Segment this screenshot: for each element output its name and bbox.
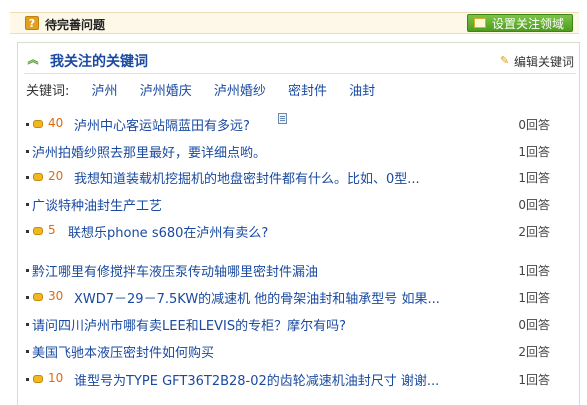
edit-icon (473, 18, 486, 28)
answer-count: 1回答 (518, 264, 550, 278)
question-row: 广谈特种油封生产工艺 0回答 (26, 195, 576, 215)
keyword-link[interactable]: 泸州 (92, 84, 118, 99)
answer-count: 0回答 (518, 198, 550, 212)
coin-icon (33, 173, 43, 181)
question-link[interactable]: 请问四川泸州市哪有卖LEE和LEVIS的专柜？摩尔有吗? (32, 315, 346, 334)
answer-count: 2回答 (518, 345, 550, 359)
edit-keywords-link[interactable]: ✎ 编辑关键词 (500, 53, 574, 70)
page: ? 待完善问题 设置关注领域 ︽ 我关注的关键词 ✎ 编辑关键词 关键词: 泸州… (0, 0, 587, 405)
question-link[interactable]: XWD7－29－7.5KW的减速机 他的骨架油封和轴承型号 如果... (74, 288, 440, 307)
question-row: 请问四川泸州市哪有卖LEE和LEVIS的专柜？摩尔有吗? 0回答 (26, 315, 576, 335)
collapse-chevron-icon[interactable]: ︽ (26, 53, 40, 67)
answer-count: 1回答 (518, 291, 550, 305)
question-row: 泸州拍婚纱照去那里最好，要详细点哟。 1回答 (26, 142, 576, 162)
answer-count: 0回答 (518, 118, 550, 132)
question-row: 40 泸州中心客运站隔蓝田有多远? 0回答 (26, 113, 576, 135)
keyword-link[interactable]: 密封件 (288, 84, 327, 99)
section-title: 待完善问题 (45, 18, 106, 32)
bounty-points: 40 (48, 116, 64, 130)
set-focus-area-label: 设置关注领域 (491, 17, 564, 31)
question-link[interactable]: 美国飞驰本液压密封件如何购买 (32, 342, 214, 361)
set-focus-area-button[interactable]: 设置关注领域 (466, 14, 573, 32)
question-link[interactable]: 联想乐phone s680在泸州有卖么? (68, 222, 268, 241)
question-row: 美国飞驰本液压密封件如何购买 2回答 (26, 342, 576, 362)
bounty-points: 20 (48, 169, 64, 183)
bounty-points: 30 (48, 289, 64, 303)
answer-count: 2回答 (518, 225, 550, 239)
keywords-header: ︽ 我关注的关键词 ✎ 编辑关键词 (24, 48, 576, 74)
keyword-link[interactable]: 泸州婚纱 (214, 84, 266, 99)
question-link[interactable]: 泸州中心客运站隔蓝田有多远? (74, 115, 250, 134)
keyword-link[interactable]: 泸州婚庆 (140, 84, 192, 99)
coin-icon (33, 375, 43, 383)
pencil-icon: ✎ (499, 54, 510, 67)
question-row: 10 谁型号为TYPE GFT36T2B28-02的齿轮减速机油封尺寸 谢谢..… (26, 370, 576, 390)
bullet (26, 323, 29, 326)
bounty-points: 5 (48, 223, 56, 237)
answer-count: 0回答 (518, 318, 550, 332)
bullet (26, 123, 29, 126)
question-link[interactable]: 黔江哪里有修搅拌车液压泵传动轴哪里密封件漏油 (32, 261, 318, 280)
bullet (26, 296, 29, 299)
bullet (26, 176, 29, 179)
keyword-list: 关键词: 泸州 泸州婚庆 泸州婚纱 密封件 油封 (26, 80, 375, 99)
question-row: 5 联想乐phone s680在泸州有卖么? 2回答 (26, 222, 576, 242)
question-link[interactable]: 谁型号为TYPE GFT36T2B28-02的齿轮减速机油封尺寸 谢谢... (74, 370, 439, 389)
keyword-link[interactable]: 油封 (349, 84, 375, 99)
coin-icon (33, 227, 43, 235)
note-icon (278, 113, 287, 124)
bullet (26, 230, 29, 233)
bounty-points: 10 (48, 371, 64, 385)
question-link[interactable]: 泸州拍婚纱照去那里最好，要详细点哟。 (32, 142, 266, 161)
edit-keywords-label: 编辑关键词 (513, 55, 574, 69)
answer-count: 1回答 (518, 145, 550, 159)
coin-icon (33, 120, 43, 128)
question-icon: ? (25, 16, 39, 30)
keywords-title: 我关注的关键词 (50, 54, 148, 70)
question-row: 20 我想知道装载机挖掘机的地盘密封件都有什么。比如、0型... 1回答 (26, 168, 576, 188)
keyword-label: 关键词: (26, 84, 70, 99)
top-header-bar: ? 待完善问题 设置关注领域 (10, 12, 579, 34)
question-row: 30 XWD7－29－7.5KW的减速机 他的骨架油封和轴承型号 如果... 1… (26, 288, 576, 308)
bullet (26, 203, 29, 206)
coin-icon (33, 293, 43, 301)
answer-count: 1回答 (518, 171, 550, 185)
question-link[interactable]: 我想知道装载机挖掘机的地盘密封件都有什么。比如、0型... (74, 168, 420, 187)
bullet (26, 269, 29, 272)
answer-count: 1回答 (518, 373, 550, 387)
question-link[interactable]: 广谈特种油封生产工艺 (32, 195, 162, 214)
bullet (26, 150, 29, 153)
bullet (26, 350, 29, 353)
question-row: 黔江哪里有修搅拌车液压泵传动轴哪里密封件漏油 1回答 (26, 261, 576, 281)
bullet (26, 378, 29, 381)
